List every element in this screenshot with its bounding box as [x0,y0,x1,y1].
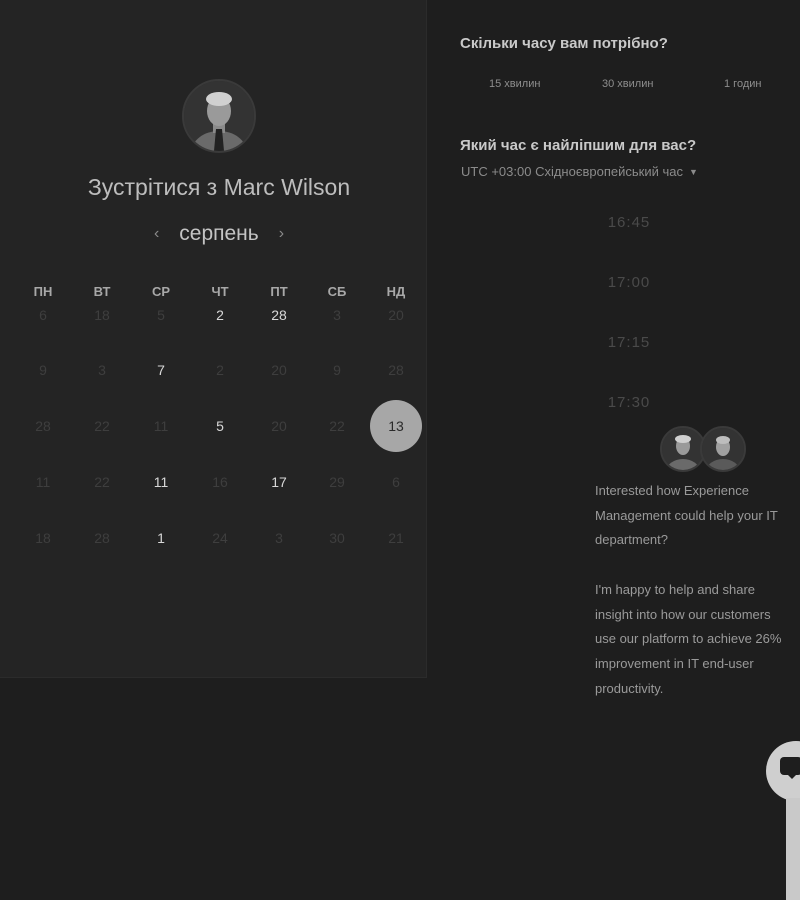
duration-option[interactable]: 30 хвилин [602,78,653,90]
calendar-day: 28 [388,362,404,378]
calendar-day: 11 [35,474,51,490]
time-slot[interactable]: 17:30 [559,394,699,411]
weekday-label: СР [151,284,171,299]
calendar-day: 9 [39,362,47,378]
chat-icon [780,757,800,779]
chat-button[interactable] [766,741,800,801]
weekday-label: ВТ [93,284,111,299]
colleague-avatar [700,426,746,472]
calendar-day[interactable]: 7 [141,355,181,385]
calendar-day[interactable]: 11 [141,467,181,497]
weekday-label: ЧТ [211,284,229,299]
weekday-label: СБ [327,284,347,299]
calendar-day[interactable]: 28 [259,300,299,330]
calendar-day: 6 [392,474,400,490]
calendar-day[interactable]: 2 [200,300,240,330]
timezone-dropdown[interactable]: UTC +03:00 Східноєвропейський час ▼ [461,164,698,179]
calendar-day: 9 [333,362,341,378]
duration-option[interactable]: 1 годин [724,78,761,90]
calendar-day: 24 [212,530,228,546]
weekday-label: ПН [33,284,53,299]
calendar-day: 22 [329,418,345,434]
host-title: Зустрітися з Marc Wilson [87,174,351,200]
calendar-day[interactable]: 17 [259,467,299,497]
caret-down-icon: ▼ [688,167,698,177]
calendar-day: 22 [94,418,110,434]
calendar-day: 29 [329,474,345,490]
weekday-label: ПТ [270,284,288,299]
calendar-day: 21 [388,530,404,546]
calendar-day: 2 [216,362,224,378]
calendar-day[interactable]: 1 [141,523,181,553]
host-avatar [182,79,256,153]
body-message: I'm happy to help and share insight into… [595,582,782,696]
time-slot[interactable]: 16:45 [559,214,699,231]
calendar-day: 18 [94,307,110,323]
timezone-label: UTC +03:00 Східноєвропейський час [461,164,683,179]
calendar-day: 30 [329,530,345,546]
month-label: серпень [179,222,259,245]
intro-message: Interested how Experience Management cou… [595,483,778,548]
calendar-day: 3 [275,530,283,546]
time-question: Який час є найліпшим для вас? [460,137,697,154]
chevron-right-icon[interactable]: › [279,225,284,243]
month-navigator: ‹ серпень › [0,222,438,246]
duration-question: Скільки часу вам потрібно? [460,35,668,52]
calendar-day-selected[interactable]: 13 [370,400,422,452]
calendar-day: 16 [212,474,228,490]
duration-option[interactable]: 15 хвилин [489,78,540,90]
calendar-day: 20 [388,307,404,323]
calendar-day: 28 [35,418,51,434]
calendar-day: 22 [94,474,110,490]
calendar-day: 20 [271,362,287,378]
calendar-day: 18 [35,530,51,546]
calendar-day: 3 [333,307,341,323]
calendar-day: 3 [98,362,106,378]
time-slot[interactable]: 17:00 [559,274,699,291]
calendar-day[interactable]: 5 [200,411,240,441]
weekday-label: НД [386,284,406,299]
calendar-day: 28 [94,530,110,546]
chevron-left-icon[interactable]: ‹ [154,225,159,243]
calendar-day: 11 [153,418,169,434]
chat-widget-edge [786,798,800,900]
calendar-day: 5 [157,307,165,323]
time-slot[interactable]: 17:15 [559,334,699,351]
calendar-day: 20 [271,418,287,434]
calendar-day: 6 [39,307,47,323]
calendar-panel: Зустрітися з Marc Wilson ‹ серпень › ПН ВТ С… [0,0,427,678]
